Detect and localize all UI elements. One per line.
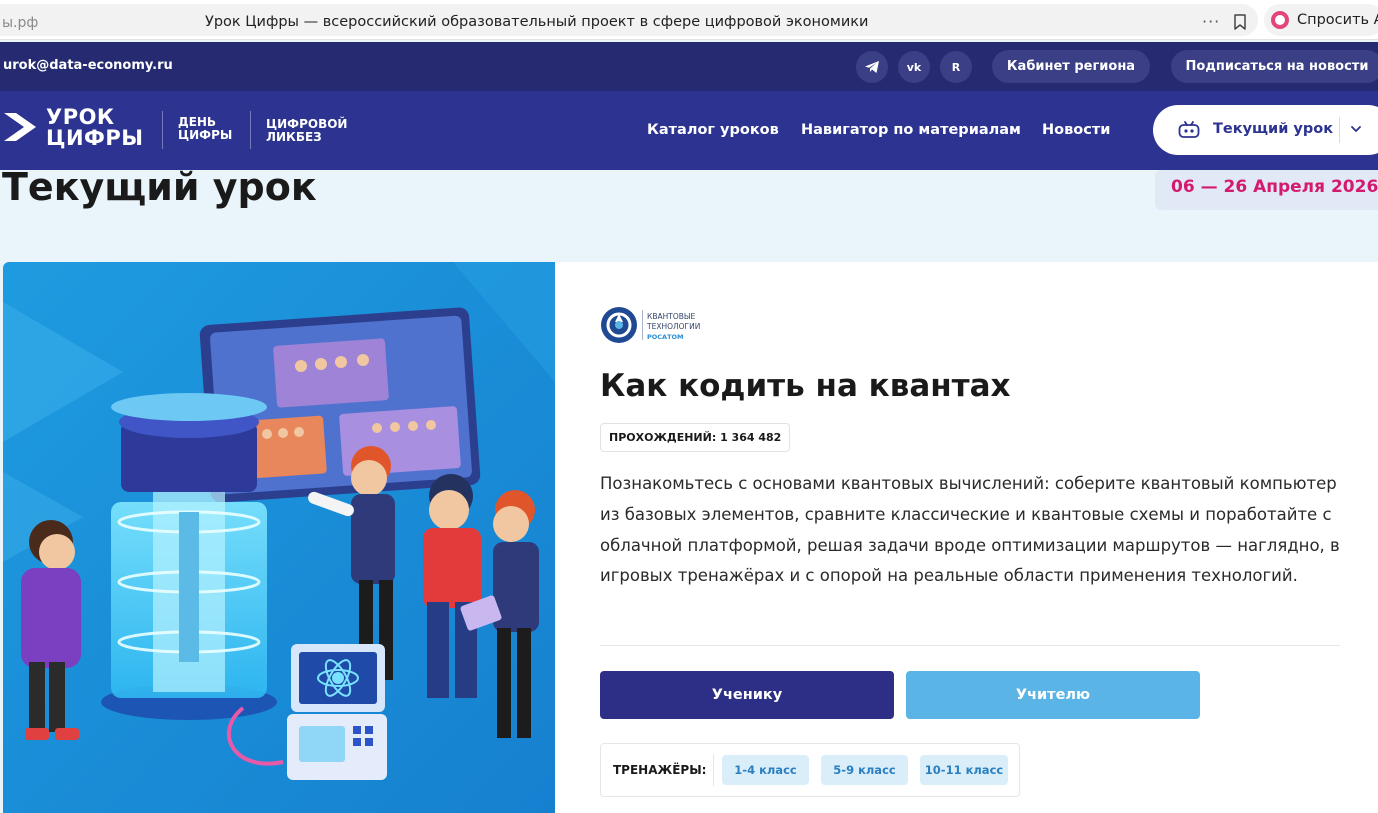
rutube-icon[interactable]: R <box>940 51 972 83</box>
grade-5-9-button[interactable]: 5-9 класс <box>821 755 908 785</box>
passes-counter: ПРОХОЖДЕНИЙ: 1 364 482 <box>600 423 791 452</box>
logo-divider <box>250 111 251 149</box>
site-header: УРОК ЦИФРЫ ДЕНЬ ЦИФРЫ ЦИФРОВОЙ ЛИКБЕЗ Ка… <box>0 91 1378 170</box>
trainers-divider <box>713 754 714 786</box>
lesson-dates-badge: 06 — 26 Апреля 2026 <box>1155 170 1378 210</box>
logo-line-2: ЦИФРЫ <box>46 126 144 150</box>
rosatom-icon <box>601 307 637 343</box>
vk-icon[interactable]: vk <box>898 51 930 83</box>
lesson-dates: 06 — 26 Апреля 2026 <box>1171 177 1378 197</box>
partner-line-1: КВАНТОВЫЕ <box>647 312 696 321</box>
nav-news[interactable]: Новости <box>1042 122 1110 138</box>
lesson-title: Как кодить на квантах <box>600 368 1011 404</box>
digital-literacy-link[interactable]: ЦИФРОВОЙ ЛИКБЕЗ <box>266 118 347 144</box>
trainers-panel: ТРЕНАЖЁРЫ: 1-4 класс 5-9 класс 10-11 кла… <box>600 743 1020 797</box>
ask-assistant-button[interactable]: Спросить А <box>1264 4 1378 36</box>
logo-icon[interactable] <box>2 109 38 145</box>
nav-lesson-catalog[interactable]: Каталог уроков <box>647 122 779 138</box>
address-page-title: Урок Цифры — всероссийский образовательн… <box>205 14 869 30</box>
grade-1-4-button[interactable]: 1-4 класс <box>722 755 809 785</box>
dropdown-divider <box>1339 117 1340 143</box>
teacher-button[interactable]: Учителю <box>906 671 1200 719</box>
partner-divider <box>642 310 643 340</box>
partner-line-3: РОСАТОМ <box>647 333 684 341</box>
day-of-digits-link[interactable]: ДЕНЬ ЦИФРЫ <box>178 116 232 142</box>
current-lesson-label: Текущий урок <box>1213 121 1334 137</box>
digital-literacy-line-2: ЛИКБЕЗ <box>266 130 322 144</box>
contact-email[interactable]: urok@data-economy.ru <box>3 58 173 73</box>
divider <box>600 645 1340 646</box>
logo-divider <box>162 111 163 149</box>
chevron-down-icon[interactable] <box>1349 122 1363 136</box>
lesson-description: Познакомьтесь с основами квантовых вычис… <box>600 474 1340 586</box>
student-button[interactable]: Ученику <box>600 671 894 719</box>
more-icon[interactable]: ··· <box>1202 12 1220 31</box>
assistant-icon <box>1271 11 1289 29</box>
day-of-digits-line-2: ЦИФРЫ <box>178 128 233 142</box>
browser-toolbar: ы.рф Урок Цифры — всероссийский образова… <box>0 0 1378 40</box>
address-domain: ы.рф <box>2 15 39 31</box>
current-lesson-dropdown[interactable]: Текущий урок <box>1153 105 1378 155</box>
trainers-label: ТРЕНАЖЁРЫ: <box>613 763 707 777</box>
telegram-icon[interactable] <box>856 51 888 83</box>
bookmark-icon[interactable] <box>1233 14 1247 30</box>
gamepad-icon <box>1178 121 1200 138</box>
subscribe-news-button[interactable]: Подписаться на новости <box>1171 50 1378 83</box>
top-contact-bar: urok@data-economy.ru vk R Кабинет регион… <box>0 42 1378 91</box>
logo-line-1: УРОК <box>46 105 115 129</box>
page-title: Текущий урок <box>2 165 317 209</box>
address-bar[interactable]: ы.рф Урок Цифры — всероссийский образова… <box>0 4 1258 36</box>
region-cabinet-button[interactable]: Кабинет региона <box>992 50 1150 83</box>
partner-line-2: ТЕХНОЛОГИИ <box>647 322 701 331</box>
logo-wordmark[interactable]: УРОК ЦИФРЫ <box>46 107 144 149</box>
nav-materials-navigator[interactable]: Навигатор по материалам <box>801 122 1021 138</box>
lesson-illustration <box>3 262 555 813</box>
grade-10-11-button[interactable]: 10-11 класс <box>920 755 1008 785</box>
ask-assistant-label: Спросить А <box>1297 12 1378 28</box>
lesson-card: КВАНТОВЫЕ ТЕХНОЛОГИИ РОСАТОМ Как кодить … <box>3 262 1378 813</box>
